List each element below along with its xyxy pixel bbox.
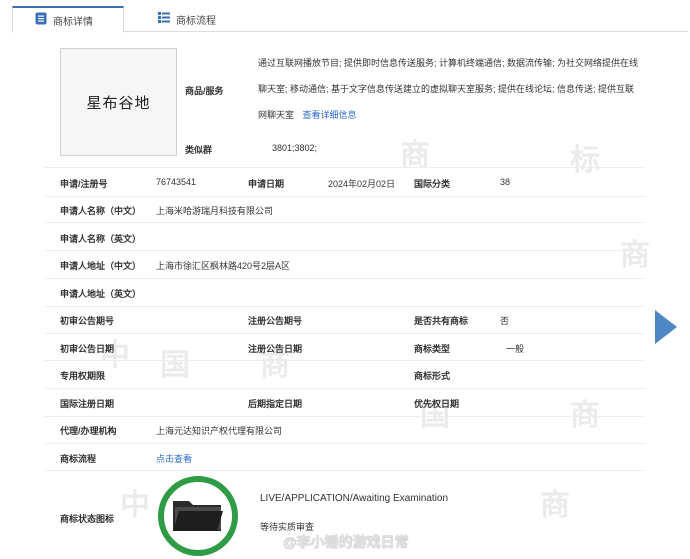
process-label: 商标流程 <box>60 454 97 464</box>
tab-mark-process[interactable]: 商标流程 <box>124 6 236 32</box>
next-arrow-icon[interactable] <box>655 310 677 344</box>
mark-form-label: 商标形式 <box>414 371 451 381</box>
address-cn-label: 申请人地址（中文） <box>60 261 142 271</box>
mark-type-value: 一般 <box>506 344 525 354</box>
status-en: LIVE/APPLICATION/Awaiting Examination <box>260 493 449 504</box>
intl-class-value: 38 <box>500 177 511 187</box>
app-date-label: 申请日期 <box>248 179 285 189</box>
address-cn-value: 上海市徐汇区枫林路420号2层A区 <box>156 261 291 271</box>
shared-value: 否 <box>500 316 510 326</box>
agent-label: 代理/办理机构 <box>60 426 117 436</box>
mark-type-label: 商标类型 <box>414 344 451 354</box>
document-icon <box>35 12 47 28</box>
prelim-date-label: 初审公告日期 <box>60 344 115 354</box>
divider <box>45 278 645 279</box>
divider <box>45 388 645 389</box>
intl-class-label: 国际分类 <box>414 179 451 189</box>
tab-label: 商标详情 <box>53 16 93 28</box>
divider <box>45 306 645 307</box>
later-date-label: 后期指定日期 <box>248 399 303 409</box>
status-icon-label: 商标状态图标 <box>60 514 115 524</box>
divider <box>45 222 645 223</box>
trademark-image: 星布谷地 <box>60 48 177 156</box>
divider <box>45 333 645 334</box>
tab-mark-details[interactable]: 商标详情 <box>12 6 124 33</box>
divider <box>45 167 645 168</box>
goods-label: 商品/服务 <box>185 86 224 96</box>
divider <box>45 416 645 417</box>
reg-no-value: 76743541 <box>156 177 197 187</box>
applicant-cn-value: 上海米哈游瑞月科技有限公司 <box>156 206 274 216</box>
intl-reg-date-label: 国际注册日期 <box>60 399 115 409</box>
applicant-cn-label: 申请人名称（中文） <box>60 206 142 216</box>
trademark-image-text: 星布谷地 <box>86 93 151 112</box>
status-icon <box>158 476 238 556</box>
tab-bar: 商标详情 商标流程 <box>12 6 688 33</box>
view-details-link[interactable]: 查看详细信息 <box>303 110 357 120</box>
divider <box>45 443 645 444</box>
reg-no-label: 申请/注册号 <box>60 179 108 189</box>
exclusive-label: 专用权期限 <box>60 371 106 381</box>
reg-pub-no-label: 注册公告期号 <box>248 316 303 326</box>
app-date-value: 2024年02月02日 <box>328 179 396 189</box>
process-link[interactable]: 点击查看 <box>156 452 192 465</box>
prelim-no-label: 初审公告期号 <box>60 316 115 326</box>
similar-group-label: 类似群 <box>185 145 213 155</box>
folder-icon <box>171 495 225 537</box>
divider <box>45 196 645 197</box>
list-icon <box>158 12 170 26</box>
divider <box>45 360 645 361</box>
similar-group-value: 3801;3802; <box>272 143 318 153</box>
divider <box>45 250 645 251</box>
divider <box>45 470 645 471</box>
agent-value: 上海元达知识产权代理有限公司 <box>156 426 283 436</box>
tab-label: 商标流程 <box>176 15 216 27</box>
applicant-en-label: 申请人名称（英文） <box>60 234 142 244</box>
goods-services: 通过互联网播放节目; 提供即时信息传送服务; 计算机终端通信; 数据流传输; 为… <box>258 50 638 128</box>
priority-date-label: 优先权日期 <box>414 399 460 409</box>
shared-label: 是否共有商标 <box>414 316 469 326</box>
reg-pub-date-label: 注册公告日期 <box>248 344 303 354</box>
weibo-watermark: @李小锤的游戏日常 <box>283 534 409 550</box>
address-en-label: 申请人地址（英文） <box>60 289 142 299</box>
